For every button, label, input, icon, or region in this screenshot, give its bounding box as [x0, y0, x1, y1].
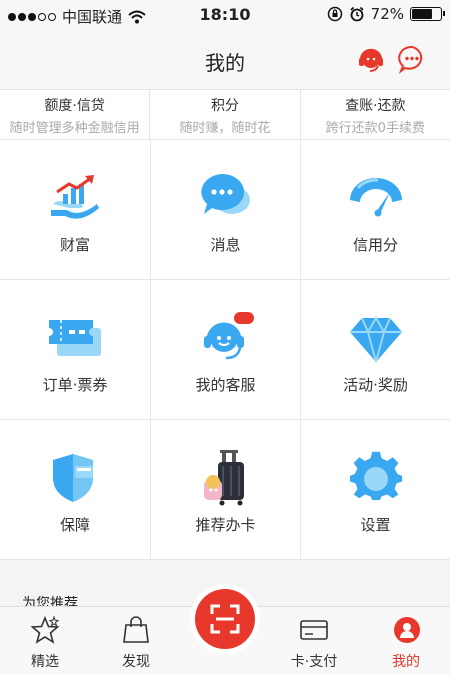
credit-gauge-icon [349, 178, 402, 217]
profile-icon [394, 617, 420, 643]
quick-item-points[interactable]: 积分 随时赚，随时花 [150, 90, 301, 139]
star-icon [30, 615, 60, 644]
shield-icon [53, 454, 93, 502]
grid-item-recommend-card[interactable]: 推荐办卡 [151, 420, 301, 560]
wealth-icon [51, 175, 99, 219]
quick-item-subtitle: 跨行还款0手续费 [325, 121, 425, 136]
status-bar: 中国联通 18:10 72% [0, 0, 450, 30]
gear-center [364, 467, 388, 491]
quick-item-title: 查账·还款 [345, 98, 406, 114]
scan-button-wrap [190, 584, 260, 654]
tab-featured[interactable]: 精选 [5, 607, 85, 675]
nav-bar: 我的 [0, 30, 450, 90]
grid-item-label: 订单·票券 [42, 376, 108, 394]
rotation-lock-icon [327, 6, 342, 22]
bag-icon [123, 616, 149, 643]
feature-grid: 财富 消息 信用分 订单·票券 Hi 我的客服 活动·奖励 保障 推荐办卡 设置 [0, 140, 450, 560]
alarm-icon [350, 6, 364, 22]
headset-icon [359, 48, 383, 72]
quick-entry-row: 额度·信贷 随时管理多种金融信用 积分 随时赚，随时花 查账·还款 跨行还款0手… [0, 90, 450, 140]
luggage-icon [203, 450, 244, 506]
grid-item-credit-score[interactable]: 信用分 [301, 140, 450, 280]
customer-service-button[interactable] [356, 44, 386, 74]
status-right: 72% [327, 5, 445, 23]
battery-percent: 72% [370, 5, 404, 23]
grid-item-wealth[interactable]: 财富 [0, 140, 151, 280]
grid-item-label: 活动·奖励 [343, 376, 408, 394]
quick-item-credit[interactable]: 额度·信贷 随时管理多种金融信用 [0, 90, 151, 139]
quick-item-title: 额度·信贷 [44, 98, 105, 114]
grid-item-message[interactable]: 消息 [151, 140, 301, 280]
hi-badge-text: Hi [257, 315, 269, 325]
grid-item-customer-service[interactable]: Hi 我的客服 [151, 280, 301, 420]
grid-item-label: 保障 [59, 516, 90, 534]
battery-icon [410, 7, 445, 21]
grid-item-label: 信用分 [352, 236, 398, 254]
message-icon [200, 173, 250, 214]
quick-item-title: 积分 [210, 98, 239, 114]
card-icon [300, 620, 328, 640]
ticket-icon [49, 320, 101, 356]
grid-item-activities[interactable]: 活动·奖励 [301, 280, 450, 420]
grid-item-orders[interactable]: 订单·票券 [0, 280, 151, 420]
tab-label: 我的 [392, 654, 420, 670]
quick-item-subtitle: 随时管理多种金融信用 [9, 121, 140, 136]
tab-label: 卡·支付 [290, 654, 338, 670]
grid-item-label: 推荐办卡 [195, 516, 256, 534]
grid-item-label: 财富 [59, 236, 90, 254]
quick-item-subtitle: 随时赚，随时花 [179, 121, 271, 136]
customer-service-icon [203, 312, 254, 360]
chat-bubble-icon [398, 45, 423, 74]
tab-label: 精选 [31, 654, 59, 670]
tab-card-pay[interactable]: 卡·支付 [274, 607, 354, 675]
grid-item-settings[interactable]: 设置 [301, 420, 450, 560]
quick-item-billing[interactable]: 查账·还款 跨行还款0手续费 [301, 90, 450, 139]
grid-item-label: 设置 [360, 516, 391, 534]
diamond-icon [349, 315, 402, 363]
tab-discover[interactable]: 发现 [96, 607, 176, 675]
scan-icon [210, 604, 240, 634]
scan-button[interactable] [195, 589, 255, 649]
grid-item-protection[interactable]: 保障 [0, 420, 151, 560]
message-button[interactable] [397, 44, 427, 74]
grid-item-label: 我的客服 [195, 376, 256, 394]
grid-item-label: 消息 [210, 236, 241, 254]
tab-label: 发现 [122, 654, 150, 670]
